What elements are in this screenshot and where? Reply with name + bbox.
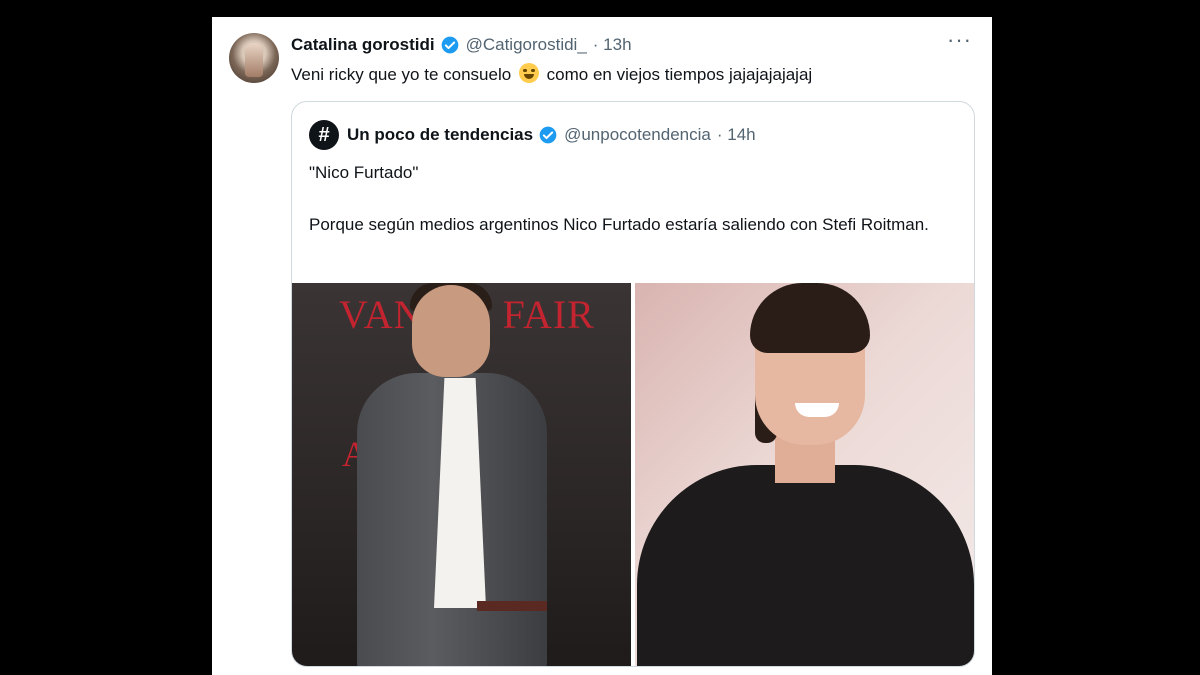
quoted-author-name[interactable]: Un poco de tendencias bbox=[347, 125, 533, 145]
quoted-text-line-2: Porque según medios argentinos Nico Furt… bbox=[309, 215, 929, 234]
quoted-author-avatar[interactable]: # bbox=[309, 120, 339, 150]
quoted-tweet-time[interactable]: · 14h bbox=[717, 125, 756, 145]
author-avatar[interactable] bbox=[229, 33, 279, 83]
quoted-tweet[interactable]: # Un poco de tendencias @unpocotendencia… bbox=[291, 101, 975, 667]
quoted-author-handle[interactable]: @unpocotendencia bbox=[564, 125, 711, 145]
quoted-media[interactable]: VANITY FAIR A bbox=[292, 283, 974, 666]
quoted-tweet-text: "Nico Furtado" Porque según medios argen… bbox=[309, 160, 949, 264]
verified-badge-icon bbox=[441, 36, 458, 54]
tweet-text-part-2: como en viejos tiempos jajajajajajaj bbox=[546, 65, 813, 84]
more-options-icon[interactable]: ··· bbox=[947, 27, 972, 53]
photo-woman-smiling[interactable] bbox=[635, 283, 974, 666]
tweet-text: Veni ricky que yo te consuelo como en vi… bbox=[291, 63, 812, 85]
tweet-time[interactable]: · 13h bbox=[593, 35, 632, 55]
quoted-tweet-header: # Un poco de tendencias @unpocotendencia… bbox=[309, 120, 756, 150]
tweet-text-part-1: Veni ricky que yo te consuelo bbox=[291, 65, 512, 84]
quoted-text-line-1: "Nico Furtado" bbox=[309, 163, 419, 182]
author-name[interactable]: Catalina gorostidi bbox=[291, 35, 435, 55]
tweet-header: Catalina gorostidi @Catigorostidi_ · 13h bbox=[291, 32, 632, 58]
crying-laughing-emoji-icon bbox=[518, 63, 539, 83]
author-handle[interactable]: @Catigorostidi_ bbox=[466, 35, 587, 55]
verified-badge-icon bbox=[539, 126, 557, 144]
photo-man-suit[interactable]: VANITY FAIR A bbox=[292, 283, 631, 666]
tweet-card[interactable]: Catalina gorostidi @Catigorostidi_ · 13h… bbox=[212, 17, 992, 675]
